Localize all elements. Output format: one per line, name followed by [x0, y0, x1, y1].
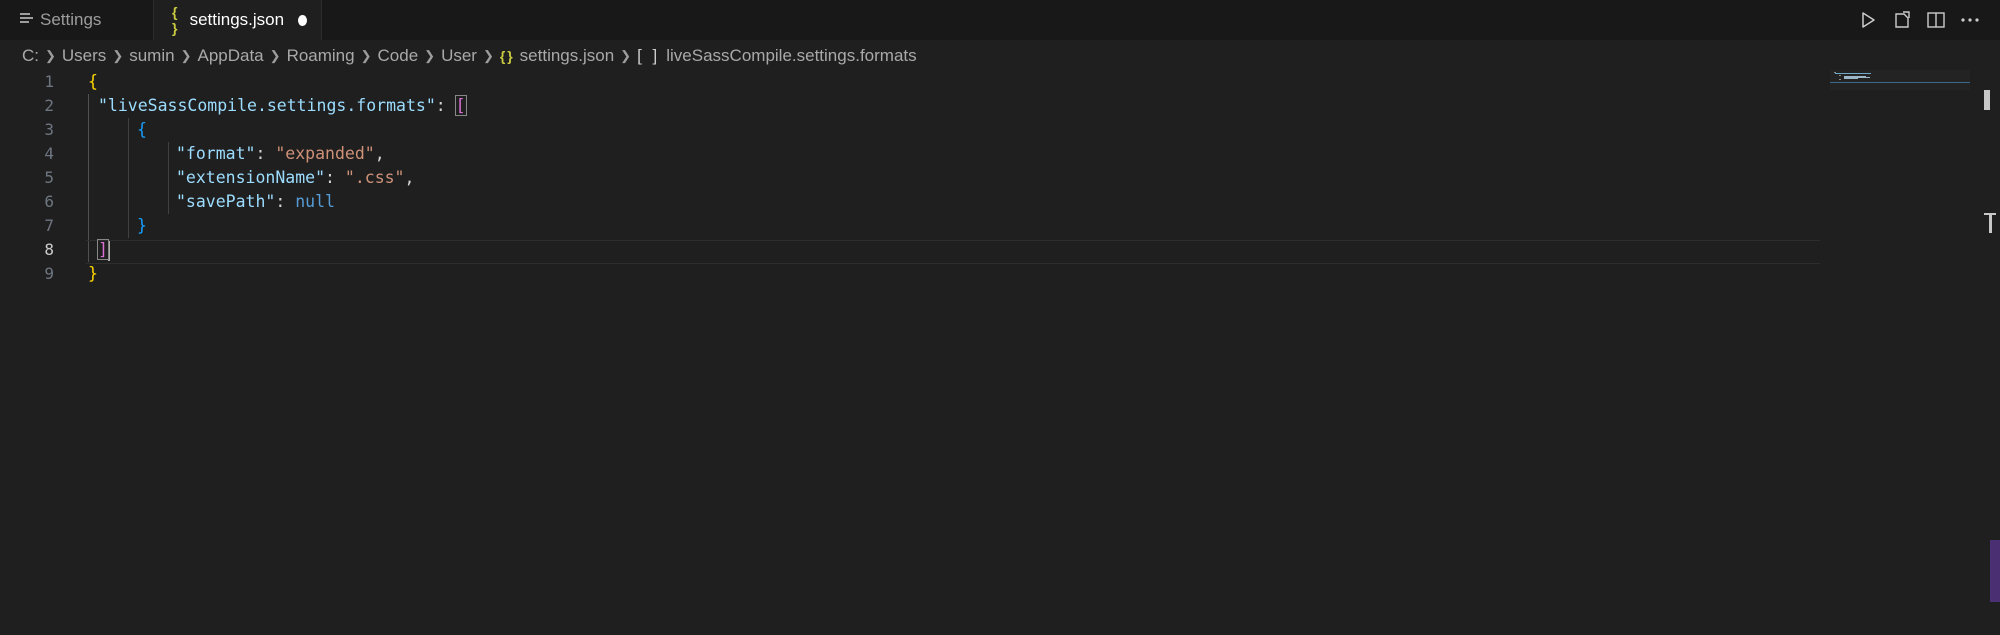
json-string-value: "expanded"	[275, 144, 375, 163]
breadcrumb-symbol[interactable]: [ ] liveSassCompile.settings.formats	[637, 46, 917, 66]
vertical-scrollbar[interactable]	[1984, 70, 2000, 635]
settings-list-icon	[20, 12, 34, 29]
close-brace: }	[137, 216, 147, 235]
scroll-marker	[1984, 90, 1990, 110]
json-string-value: ".css"	[344, 168, 405, 187]
text-cursor	[107, 240, 110, 261]
code-text: "liveSassCompile.settings.formats": [	[98, 94, 467, 118]
chevron-right-icon: ❯	[112, 48, 124, 63]
breadcrumb-folder-appdata[interactable]: AppData	[197, 46, 263, 66]
array-brackets-icon: [ ]	[637, 46, 661, 65]
json-key: "savePath"	[176, 192, 276, 211]
line-number: 4	[44, 144, 54, 163]
json-key: "liveSassCompile.settings.formats"	[98, 96, 436, 115]
open-brace: {	[88, 72, 98, 91]
cursor-position-marker	[1989, 213, 1992, 233]
close-bracket: ]	[97, 239, 109, 260]
breadcrumb-symbol-label: liveSassCompile.settings.formats	[666, 46, 917, 65]
colon: :	[325, 168, 345, 187]
unsaved-changes-dot-icon[interactable]	[298, 14, 307, 26]
line-number: 6	[44, 192, 54, 211]
json-key: "format"	[176, 144, 256, 163]
code-line: 3 {	[0, 118, 1820, 142]
breadcrumb-folder-code[interactable]: Code	[378, 46, 419, 66]
line-number: 9	[44, 264, 54, 283]
chevron-right-icon: ❯	[45, 48, 56, 63]
code-text: {	[88, 70, 98, 94]
colon: :	[275, 192, 296, 211]
line-number: 3	[44, 120, 54, 139]
json-null-value: null	[295, 192, 335, 211]
comma: ,	[404, 168, 415, 187]
code-line-current: 8 ]	[0, 238, 1820, 262]
chevron-right-icon: ❯	[269, 48, 281, 63]
code-line: 6 "savePath": null	[0, 190, 1820, 214]
breadcrumb-file-label: settings.json	[519, 46, 615, 65]
code-text: "extensionName": ".css",	[176, 166, 414, 190]
breadcrumb-file[interactable]: { } settings.json	[500, 46, 614, 66]
chevron-right-icon: ❯	[482, 48, 494, 63]
code-text: "format": "expanded",	[176, 142, 385, 166]
more-actions-icon[interactable]	[1960, 10, 1980, 30]
open-bracket: [	[454, 95, 467, 116]
minimap[interactable]	[1830, 70, 1970, 635]
breadcrumb-folder-sumin[interactable]: sumin	[129, 46, 174, 66]
code-line: 5 "extensionName": ".css",	[0, 166, 1820, 190]
json-braces-icon: { }	[499, 48, 513, 64]
line-number: 1	[44, 72, 54, 91]
tab-label: Settings	[40, 10, 102, 29]
open-settings-ui-icon[interactable]	[1892, 10, 1912, 30]
open-brace: {	[137, 120, 147, 139]
split-editor-icon[interactable]	[1926, 10, 1946, 30]
line-number: 7	[44, 216, 54, 235]
breadcrumb-drive[interactable]: C:	[22, 46, 39, 66]
code-editor[interactable]: 1 { 2 "liveSassCompile.settings.formats"…	[0, 70, 1830, 635]
editor-actions	[1858, 0, 1980, 40]
tab-settings-json[interactable]: { } settings.json	[154, 0, 322, 40]
code-line: 2 "liveSassCompile.settings.formats": [	[0, 94, 1820, 118]
colon: :	[255, 144, 276, 163]
code-text: {	[137, 118, 147, 142]
editor-tab-bar: Settings { } settings.json	[0, 0, 2000, 40]
code-line: 9 }	[0, 262, 1820, 286]
code-line: 7 }	[0, 214, 1820, 238]
chevron-right-icon: ❯	[620, 48, 632, 63]
breadcrumb: C: ❯ Users ❯ sumin ❯ AppData ❯ Roaming ❯…	[22, 44, 917, 68]
scrollbar-thumb[interactable]	[1990, 540, 2000, 602]
comma: ,	[374, 144, 385, 163]
json-braces-icon: { }	[172, 4, 177, 36]
code-text: "savePath": null	[176, 190, 335, 214]
chevron-right-icon: ❯	[180, 48, 192, 63]
line-number: 8	[44, 240, 54, 259]
colon: :	[435, 96, 456, 115]
line-number: 5	[44, 168, 54, 187]
close-brace: }	[88, 264, 98, 283]
code-line: 4 "format": "expanded",	[0, 142, 1820, 166]
code-text: }	[88, 262, 98, 286]
breadcrumb-folder-users[interactable]: Users	[62, 46, 106, 66]
breadcrumb-folder-roaming[interactable]: Roaming	[287, 46, 355, 66]
code-text: ]	[97, 238, 110, 262]
breadcrumb-folder-user[interactable]: User	[441, 46, 477, 66]
line-number: 2	[44, 96, 54, 115]
json-key: "extensionName"	[176, 168, 326, 187]
run-icon[interactable]	[1858, 10, 1878, 30]
tab-settings[interactable]: Settings	[0, 0, 154, 40]
code-line: 1 {	[0, 70, 1820, 94]
code-text: }	[137, 214, 147, 238]
chevron-right-icon: ❯	[424, 48, 436, 63]
tab-label: settings.json	[189, 10, 285, 29]
chevron-right-icon: ❯	[360, 48, 372, 63]
